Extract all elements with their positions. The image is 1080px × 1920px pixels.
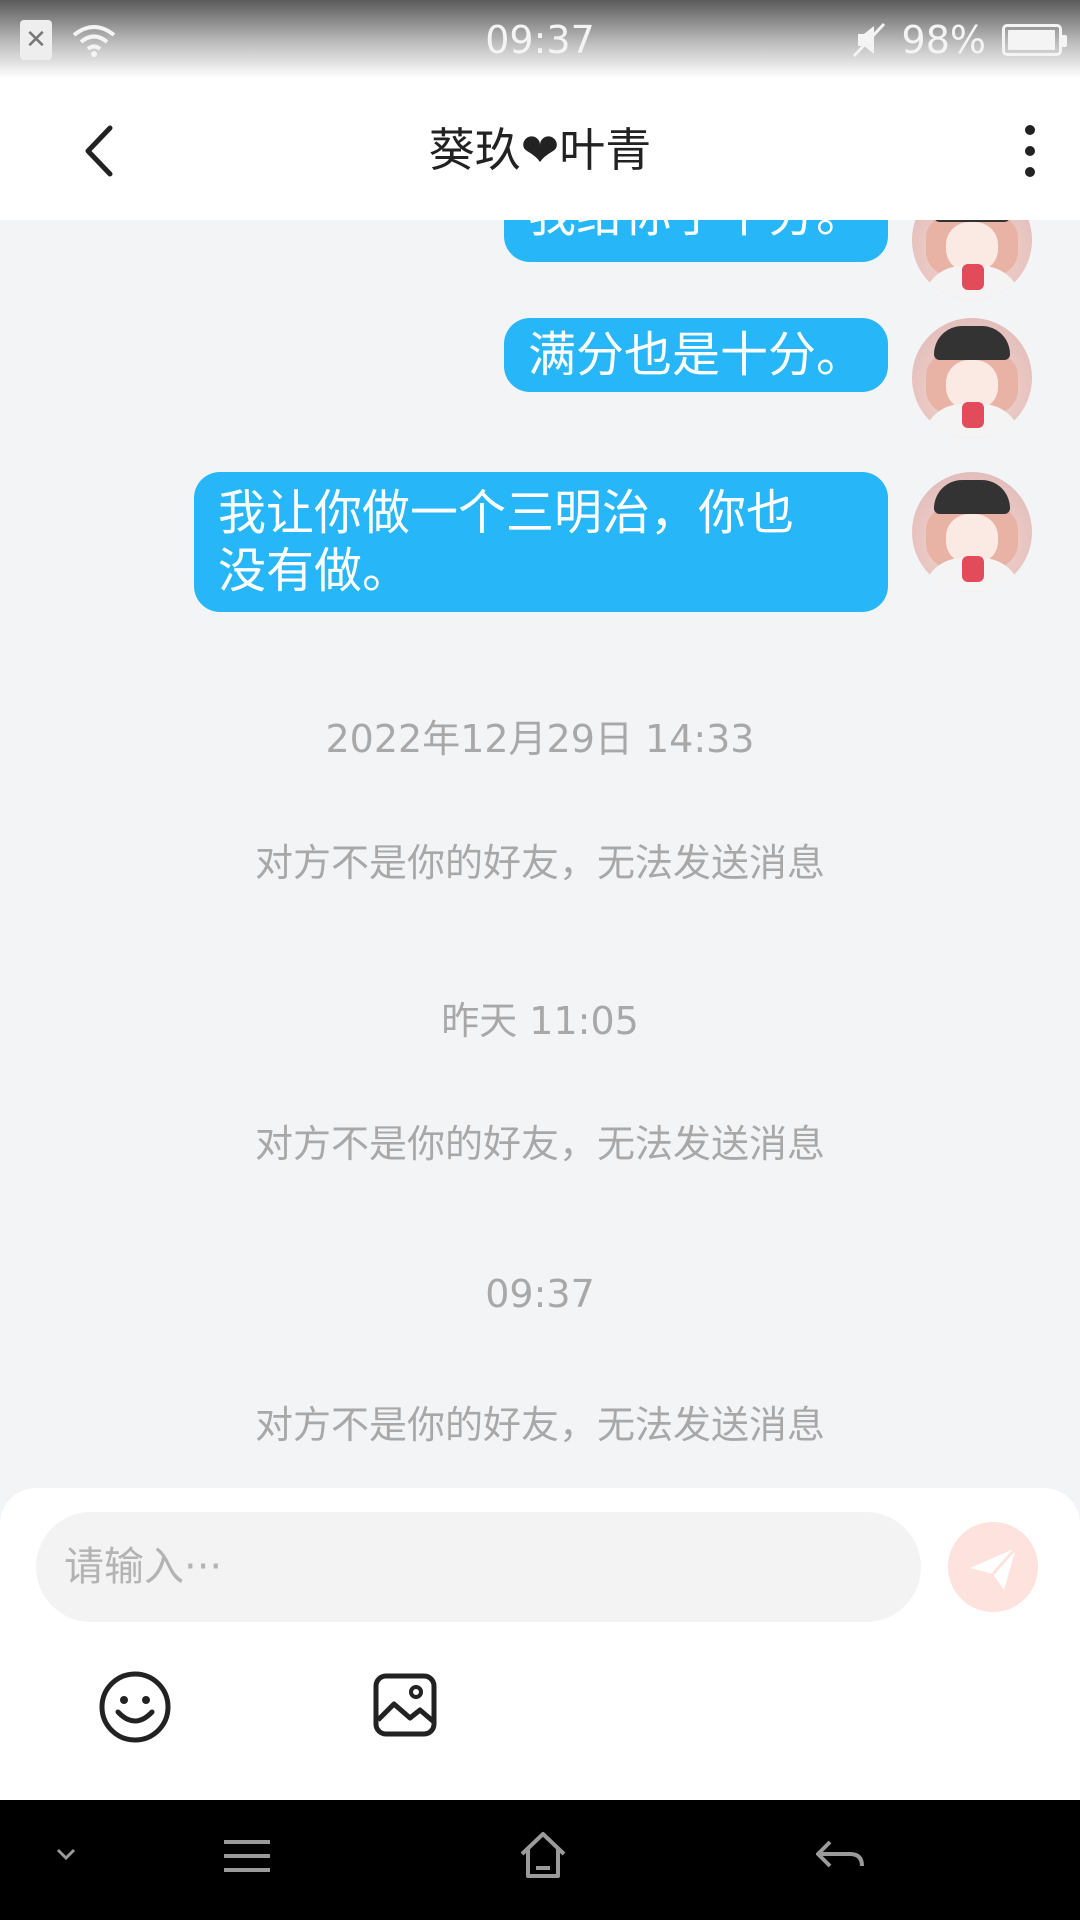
- system-notice: 对方不是你的好友，无法发送消息: [254, 1403, 825, 1447]
- message-bubble[interactable]: 我让你做一个三明治，你也 没有做。: [194, 472, 888, 612]
- message-bubble[interactable]: 我给你了十分。: [503, 220, 888, 262]
- title-name-2: 叶青: [559, 123, 652, 177]
- battery-percent: 98%: [901, 18, 986, 62]
- status-bar: ✕ 09:37 98%: [0, 0, 1080, 78]
- message-text: 我给你了十分。: [528, 220, 864, 243]
- input-panel: 请输入···: [0, 1488, 1080, 1800]
- timestamp: 09:37: [485, 1272, 595, 1316]
- chat-header: 葵玖❤叶青: [0, 78, 1080, 220]
- message-text-line: 我让你做一个三明治，你也: [218, 485, 795, 541]
- chat-area[interactable]: 我给你了十分。 满分也是十分。 我让你做一个三明治，你也 没有做。 2022年1…: [0, 220, 1080, 1490]
- system-notice: 对方不是你的好友，无法发送消息: [254, 1122, 825, 1166]
- home-icon[interactable]: [518, 1830, 568, 1880]
- mute-icon: [852, 22, 885, 58]
- avatar[interactable]: [912, 318, 1032, 438]
- more-options-icon[interactable]: [1010, 116, 1050, 186]
- message-text-line: 没有做。: [218, 543, 411, 599]
- back-nav-icon[interactable]: [814, 1836, 866, 1876]
- message-text: 满分也是十分。: [527, 327, 864, 383]
- chevron-down-icon[interactable]: [52, 1844, 80, 1864]
- emoji-icon[interactable]: [98, 1670, 172, 1744]
- title-name-1: 葵玖: [428, 123, 521, 177]
- message-bubble[interactable]: 满分也是十分。: [503, 318, 888, 392]
- system-notice: 对方不是你的好友，无法发送消息: [254, 841, 825, 885]
- system-nav-bar: [0, 1800, 1080, 1920]
- chat-title: 葵玖❤叶青: [0, 114, 1080, 180]
- send-button[interactable]: [948, 1522, 1038, 1612]
- image-icon[interactable]: [372, 1672, 438, 1738]
- battery-icon: [1002, 24, 1067, 56]
- avatar[interactable]: [912, 472, 1032, 592]
- timestamp: 昨天 11:05: [441, 999, 639, 1043]
- timestamp: 2022年12月29日 14:33: [325, 717, 755, 761]
- avatar[interactable]: [912, 220, 1032, 300]
- message-input[interactable]: 请输入···: [36, 1512, 921, 1622]
- heart-icon: ❤: [520, 123, 560, 177]
- menu-icon[interactable]: [222, 1836, 272, 1876]
